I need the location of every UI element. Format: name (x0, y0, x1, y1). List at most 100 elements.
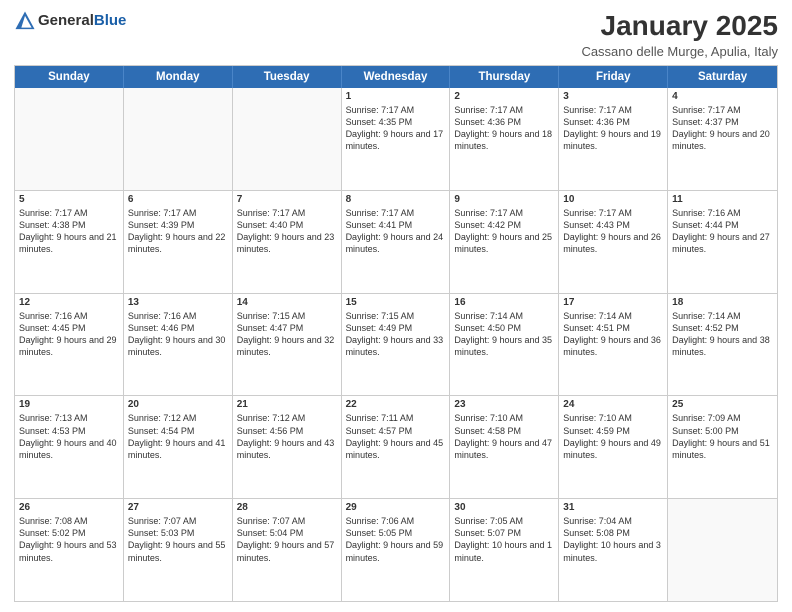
day-info: Sunrise: 7:17 AMSunset: 4:36 PMDaylight:… (563, 104, 663, 153)
day-number: 20 (128, 399, 228, 410)
day-info: Sunrise: 7:16 AMSunset: 4:45 PMDaylight:… (19, 310, 119, 359)
day-number: 5 (19, 194, 119, 205)
location: Cassano delle Murge, Apulia, Italy (581, 44, 778, 59)
day-number: 27 (128, 502, 228, 513)
day-info: Sunrise: 7:17 AMSunset: 4:38 PMDaylight:… (19, 207, 119, 256)
day-info: Sunrise: 7:14 AMSunset: 4:52 PMDaylight:… (672, 310, 773, 359)
cal-cell: 19 Sunrise: 7:13 AMSunset: 4:53 PMDayligh… (15, 396, 124, 498)
week-row-4: 19 Sunrise: 7:13 AMSunset: 4:53 PMDayligh… (15, 396, 777, 499)
day-number: 14 (237, 297, 337, 308)
cal-cell: 22 Sunrise: 7:11 AMSunset: 4:57 PMDayligh… (342, 396, 451, 498)
day-number: 11 (672, 194, 773, 205)
day-info: Sunrise: 7:08 AMSunset: 5:02 PMDaylight:… (19, 515, 119, 564)
cal-cell: 23 Sunrise: 7:10 AMSunset: 4:58 PMDayligh… (450, 396, 559, 498)
day-number: 3 (563, 91, 663, 102)
cal-cell: 31 Sunrise: 7:04 AMSunset: 5:08 PMDayligh… (559, 499, 668, 601)
day-number: 21 (237, 399, 337, 410)
cal-cell: 10 Sunrise: 7:17 AMSunset: 4:43 PMDayligh… (559, 191, 668, 293)
day-info: Sunrise: 7:05 AMSunset: 5:07 PMDaylight:… (454, 515, 554, 564)
day-number: 10 (563, 194, 663, 205)
day-info: Sunrise: 7:17 AMSunset: 4:40 PMDaylight:… (237, 207, 337, 256)
day-info: Sunrise: 7:12 AMSunset: 4:56 PMDaylight:… (237, 412, 337, 461)
day-number: 31 (563, 502, 663, 513)
week-row-3: 12Sunrise: 7:16 AMSunset: 4:45 PMDayligh… (15, 294, 777, 397)
day-number: 1 (346, 91, 446, 102)
day-number: 18 (672, 297, 773, 308)
week-row-2: 5 Sunrise: 7:17 AMSunset: 4:38 PMDaylight… (15, 191, 777, 294)
cal-cell: 25 Sunrise: 7:09 AMSunset: 5:00 PMDayligh… (668, 396, 777, 498)
day-info: Sunrise: 7:07 AMSunset: 5:04 PMDaylight:… (237, 515, 337, 564)
day-number: 23 (454, 399, 554, 410)
day-info: Sunrise: 7:16 AMSunset: 4:44 PMDaylight:… (672, 207, 773, 256)
day-number: 19 (19, 399, 119, 410)
day-info: Sunrise: 7:07 AMSunset: 5:03 PMDaylight:… (128, 515, 228, 564)
cal-cell: 6Sunrise: 7:17 AMSunset: 4:39 PMDaylight… (124, 191, 233, 293)
header-day-thursday: Thursday (450, 66, 559, 88)
month-year: January 2025 (581, 10, 778, 42)
day-info: Sunrise: 7:14 AMSunset: 4:50 PMDaylight:… (454, 310, 554, 359)
day-number: 22 (346, 399, 446, 410)
cal-cell: 30 Sunrise: 7:05 AMSunset: 5:07 PMDayligh… (450, 499, 559, 601)
day-number: 9 (454, 194, 554, 205)
cal-cell: 1 Sunrise: 7:17 AMSunset: 4:35 PMDaylight… (342, 88, 451, 190)
day-info: Sunrise: 7:15 AMSunset: 4:47 PMDaylight:… (237, 310, 337, 359)
day-info: Sunrise: 7:13 AMSunset: 4:53 PMDaylight:… (19, 412, 119, 461)
header: GeneralBlue January 2025 Cassano delle M… (14, 10, 778, 59)
header-day-monday: Monday (124, 66, 233, 88)
day-info: Sunrise: 7:10 AMSunset: 4:59 PMDaylight:… (563, 412, 663, 461)
day-number: 4 (672, 91, 773, 102)
day-info: Sunrise: 7:17 AMSunset: 4:42 PMDaylight:… (454, 207, 554, 256)
day-number: 8 (346, 194, 446, 205)
day-number: 30 (454, 502, 554, 513)
day-info: Sunrise: 7:06 AMSunset: 5:05 PMDaylight:… (346, 515, 446, 564)
cal-cell: 17 Sunrise: 7:14 AMSunset: 4:51 PMDayligh… (559, 294, 668, 396)
day-info: Sunrise: 7:11 AMSunset: 4:57 PMDaylight:… (346, 412, 446, 461)
cal-cell: 28 Sunrise: 7:07 AMSunset: 5:04 PMDayligh… (233, 499, 342, 601)
day-info: Sunrise: 7:10 AMSunset: 4:58 PMDaylight:… (454, 412, 554, 461)
day-number: 25 (672, 399, 773, 410)
title-area: January 2025 Cassano delle Murge, Apulia… (581, 10, 778, 59)
cal-cell: 12Sunrise: 7:16 AMSunset: 4:45 PMDayligh… (15, 294, 124, 396)
cal-cell: 5 Sunrise: 7:17 AMSunset: 4:38 PMDaylight… (15, 191, 124, 293)
calendar-body: 1 Sunrise: 7:17 AMSunset: 4:35 PMDaylight… (15, 88, 777, 601)
day-number: 16 (454, 297, 554, 308)
cal-cell: 8Sunrise: 7:17 AMSunset: 4:41 PMDaylight… (342, 191, 451, 293)
cal-cell: 11 Sunrise: 7:16 AMSunset: 4:44 PMDayligh… (668, 191, 777, 293)
day-info: Sunrise: 7:09 AMSunset: 5:00 PMDaylight:… (672, 412, 773, 461)
cal-cell: 27 Sunrise: 7:07 AMSunset: 5:03 PMDayligh… (124, 499, 233, 601)
day-number: 28 (237, 502, 337, 513)
header-day-saturday: Saturday (668, 66, 777, 88)
logo: GeneralBlue (14, 10, 126, 32)
day-info: Sunrise: 7:16 AMSunset: 4:46 PMDaylight:… (128, 310, 228, 359)
header-day-tuesday: Tuesday (233, 66, 342, 88)
day-info: Sunrise: 7:17 AMSunset: 4:35 PMDaylight:… (346, 104, 446, 153)
day-number: 15 (346, 297, 446, 308)
header-day-wednesday: Wednesday (342, 66, 451, 88)
day-number: 13 (128, 297, 228, 308)
cal-cell: 14 Sunrise: 7:15 AMSunset: 4:47 PMDayligh… (233, 294, 342, 396)
day-info: Sunrise: 7:14 AMSunset: 4:51 PMDaylight:… (563, 310, 663, 359)
day-info: Sunrise: 7:04 AMSunset: 5:08 PMDaylight:… (563, 515, 663, 564)
day-number: 24 (563, 399, 663, 410)
day-number: 29 (346, 502, 446, 513)
page: GeneralBlue January 2025 Cassano delle M… (0, 0, 792, 612)
day-number: 26 (19, 502, 119, 513)
cal-cell: 18 Sunrise: 7:14 AMSunset: 4:52 PMDayligh… (668, 294, 777, 396)
cal-cell: 21 Sunrise: 7:12 AMSunset: 4:56 PMDayligh… (233, 396, 342, 498)
day-number: 17 (563, 297, 663, 308)
cal-cell: 2Sunrise: 7:17 AMSunset: 4:36 PMDaylight… (450, 88, 559, 190)
calendar: SundayMondayTuesdayWednesdayThursdayFrid… (14, 65, 778, 602)
cal-cell (233, 88, 342, 190)
week-row-5: 26 Sunrise: 7:08 AMSunset: 5:02 PMDayligh… (15, 499, 777, 601)
header-day-sunday: Sunday (15, 66, 124, 88)
day-info: Sunrise: 7:17 AMSunset: 4:43 PMDaylight:… (563, 207, 663, 256)
logo-blue: Blue (94, 12, 127, 29)
day-number: 6 (128, 194, 228, 205)
cal-cell: 26 Sunrise: 7:08 AMSunset: 5:02 PMDayligh… (15, 499, 124, 601)
week-row-1: 1 Sunrise: 7:17 AMSunset: 4:35 PMDaylight… (15, 88, 777, 191)
cal-cell: 4Sunrise: 7:17 AMSunset: 4:37 PMDaylight… (668, 88, 777, 190)
cal-cell: 3 Sunrise: 7:17 AMSunset: 4:36 PMDaylight… (559, 88, 668, 190)
cal-cell: 16 Sunrise: 7:14 AMSunset: 4:50 PMDayligh… (450, 294, 559, 396)
cal-cell: 9 Sunrise: 7:17 AMSunset: 4:42 PMDaylight… (450, 191, 559, 293)
cal-cell: 13 Sunrise: 7:16 AMSunset: 4:46 PMDayligh… (124, 294, 233, 396)
